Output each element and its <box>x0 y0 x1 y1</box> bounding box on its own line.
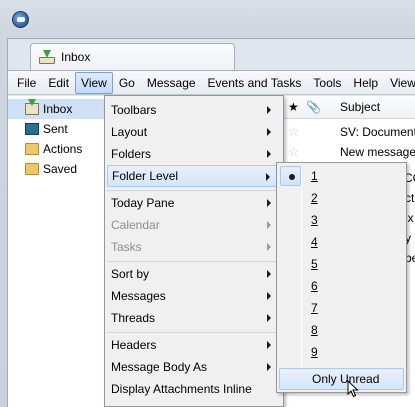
folder-level-4[interactable]: 4 <box>279 231 404 253</box>
folder-level-8[interactable]: 8 <box>279 319 404 341</box>
folder-level-only-unread[interactable]: Only Unread <box>279 368 404 390</box>
menubar: File Edit View Go Message Events and Tas… <box>8 70 415 95</box>
submenu-arrow-icon <box>267 314 271 322</box>
star-column-icon[interactable]: ★ <box>288 100 299 114</box>
inbox-icon <box>39 50 55 64</box>
view-menu-today-pane[interactable]: Today Pane <box>107 192 281 214</box>
folder-level-9[interactable]: 9 <box>279 341 404 363</box>
view-menu-layout[interactable]: Layout <box>107 121 281 143</box>
menu-file[interactable]: File <box>11 72 42 94</box>
view-menu-calendar[interactable]: Calendar <box>107 214 281 236</box>
star-icon[interactable]: ☆ <box>288 124 300 140</box>
view-menu-toolbars[interactable]: Toolbars <box>107 99 281 121</box>
folder-level-6[interactable]: 6 <box>279 275 404 297</box>
view-menu: Toolbars Layout Folders Folder Level Tod… <box>104 95 284 407</box>
submenu-arrow-icon <box>267 270 271 278</box>
submenu-arrow-icon <box>267 292 271 300</box>
thunderbird-window: Inbox File Edit View Go Message Events a… <box>0 0 415 407</box>
view-menu-headers[interactable]: Headers <box>107 334 281 356</box>
mouse-pointer-icon <box>347 380 359 398</box>
folder-level-3[interactable]: 3 <box>279 209 404 231</box>
menu-events-and-tasks[interactable]: Events and Tasks <box>202 72 308 94</box>
folder-sent[interactable]: Sent <box>8 119 108 139</box>
radio-dot-icon <box>289 174 295 180</box>
submenu-arrow-icon <box>267 243 271 251</box>
folder-icon <box>25 163 39 175</box>
submenu-arrow-icon <box>267 221 271 229</box>
menu-message[interactable]: Message <box>141 72 202 94</box>
folder-pane: Inbox Sent Actions Saved <box>8 96 108 407</box>
folder-level-5[interactable]: 5 <box>279 253 404 275</box>
sent-folder-icon <box>25 123 39 135</box>
attachment-column-icon[interactable]: 📎 <box>306 100 321 114</box>
submenu-arrow-icon <box>267 150 271 158</box>
view-selector-label: View: <box>390 75 415 90</box>
inbox-folder-icon <box>25 99 39 115</box>
star-icon[interactable]: ☆ <box>288 144 300 160</box>
submenu-arrow-icon <box>266 173 270 181</box>
tab-inbox[interactable]: Inbox <box>30 43 235 70</box>
submenu-arrow-icon <box>267 341 271 349</box>
thunderbird-app-icon[interactable] <box>12 11 29 28</box>
subject-column-header[interactable]: Subject <box>340 100 380 114</box>
menu-go[interactable]: Go <box>113 72 141 94</box>
folder-level-submenu: 1 2 3 4 5 6 7 8 9 Only Unread <box>276 162 407 393</box>
folder-inbox[interactable]: Inbox <box>8 99 108 119</box>
view-menu-message-body-as[interactable]: Message Body As <box>107 356 281 378</box>
folder-level-7[interactable]: 7 <box>279 297 404 319</box>
submenu-arrow-icon <box>267 199 271 207</box>
menu-separator <box>107 332 281 333</box>
tab-inbox-label: Inbox <box>61 50 91 64</box>
view-menu-display-attachments-inline[interactable]: Display Attachments Inline <box>107 378 281 400</box>
menu-help[interactable]: Help <box>347 72 384 94</box>
view-menu-messages[interactable]: Messages <box>107 285 281 307</box>
menu-tools[interactable]: Tools <box>307 72 347 94</box>
folder-actions[interactable]: Actions <box>8 139 108 159</box>
view-menu-sort-by[interactable]: Sort by <box>107 263 281 285</box>
folder-level-1[interactable]: 1 <box>279 165 404 187</box>
menu-separator <box>107 261 281 262</box>
radio-check-indicator <box>280 166 301 186</box>
menu-edit[interactable]: Edit <box>42 72 75 94</box>
submenu-arrow-icon <box>267 106 271 114</box>
menu-separator <box>107 190 281 191</box>
submenu-arrow-icon <box>267 363 271 371</box>
view-menu-folder-level[interactable]: Folder Level <box>107 165 281 187</box>
submenu-arrow-icon <box>267 128 271 136</box>
view-menu-folders[interactable]: Folders <box>107 143 281 165</box>
menu-view[interactable]: View <box>75 71 113 94</box>
folder-icon <box>25 143 39 155</box>
folder-saved[interactable]: Saved <box>8 159 108 179</box>
view-menu-threads[interactable]: Threads <box>107 307 281 329</box>
view-menu-tasks[interactable]: Tasks <box>107 236 281 258</box>
folder-level-2[interactable]: 2 <box>279 187 404 209</box>
